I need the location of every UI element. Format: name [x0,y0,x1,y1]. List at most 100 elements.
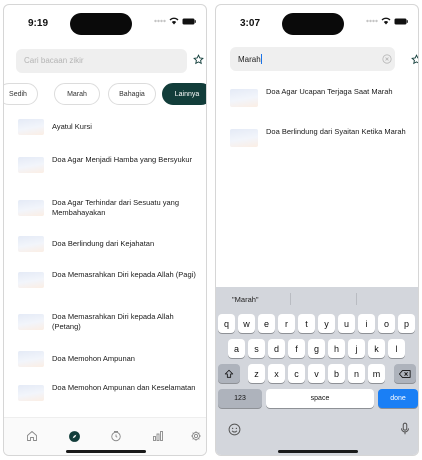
chip-sedih[interactable]: Sedih [4,83,38,105]
numbers-key[interactable]: 123 [218,389,262,408]
list-item[interactable]: Doa Berlindung dari Kejahatan [4,232,206,256]
phone-screen-browse: 9:19 Cari bacaan zikir Sedih Marah Bahag… [3,4,207,456]
item-title: Doa Agar Terhindar dari Sesuatu yang Mem… [52,198,180,217]
tab-bar [4,417,206,455]
status-icons [366,17,408,25]
item-title: Doa Memasrahkan Diri kepada Allah (Petan… [52,312,174,331]
key-k[interactable]: k [368,339,385,358]
tab-stats[interactable] [150,428,166,444]
item-thumbnail [18,385,44,401]
status-icons [154,17,196,25]
battery-icon [394,18,408,24]
item-thumbnail [18,314,44,330]
status-bar: 3:07 [216,5,418,43]
list-item[interactable]: Doa Memasrahkan Diri kepada Allah (Pagi) [4,264,206,294]
item-thumbnail [230,129,258,147]
item-title: Doa Berlindung dari Kejahatan [52,239,155,248]
key-w[interactable]: w [238,314,255,333]
signal-dots-icon [366,19,378,23]
space-key[interactable]: space [266,389,374,408]
done-key[interactable]: done [378,389,418,408]
item-title: Doa Berlindung dari Syaitan Ketika Marah [266,127,406,136]
key-s[interactable]: s [248,339,265,358]
tab-home[interactable] [24,428,40,444]
list-item[interactable]: Doa Memasrahkan Diri kepada Allah (Petan… [4,306,206,336]
item-thumbnail [18,236,44,252]
phone-screen-search: 3:07 Marah Doa Agar Ucapan Terjaga Saat … [215,4,419,456]
key-v[interactable]: v [308,364,325,383]
suggestion-divider [356,293,357,305]
search-input[interactable]: Cari bacaan zikir [16,49,187,73]
star-icon[interactable] [411,54,419,65]
chip-bahagia[interactable]: Bahagia [108,83,156,105]
key-a[interactable]: a [228,339,245,358]
item-title: Doa Memohon Ampunan dan Keselamatan [52,383,196,392]
status-time: 3:07 [240,18,261,29]
shift-key[interactable] [218,364,240,383]
item-title: Doa Agar Menjadi Hamba yang Bersyukur [52,155,193,164]
gear-icon [191,431,201,441]
chip-label: Marah [67,90,87,98]
key-y[interactable]: y [318,314,335,333]
clear-icon[interactable] [382,54,392,64]
list-item[interactable]: Doa Memohon Ampunan [4,347,206,371]
key-j[interactable]: j [348,339,365,358]
key-e[interactable]: e [258,314,275,333]
text-caret [260,54,262,64]
key-d[interactable]: d [268,339,285,358]
key-l[interactable]: l [388,339,405,358]
star-icon[interactable] [193,54,204,65]
dynamic-island [282,13,344,35]
key-h[interactable]: h [328,339,345,358]
key-u[interactable]: u [338,314,355,333]
list-item[interactable]: Doa Agar Terhindar dari Sesuatu yang Mem… [4,192,206,222]
dynamic-island [70,13,132,35]
key-n[interactable]: n [348,364,365,383]
key-o[interactable]: o [378,314,395,333]
clock-icon [111,431,121,442]
chip-marah[interactable]: Marah [54,83,100,105]
microphone-icon[interactable] [400,422,410,436]
backspace-key[interactable] [394,364,416,383]
list-item[interactable]: Doa Agar Ucapan Terjaga Saat Marah [216,81,418,113]
shift-icon [224,369,234,378]
item-thumbnail [18,200,44,216]
home-indicator [278,450,358,453]
item-thumbnail [230,89,258,107]
tab-explore[interactable] [66,428,82,444]
home-icon [27,431,37,441]
key-g[interactable]: g [308,339,325,358]
key-t[interactable]: t [298,314,315,333]
wifi-icon [381,17,391,25]
chip-label: Sedih [9,90,27,98]
key-b[interactable]: b [328,364,345,383]
emoji-icon[interactable] [228,423,241,436]
key-q[interactable]: q [218,314,235,333]
suggestion-bar: "Marah" [216,287,418,311]
list-item[interactable]: Doa Berlindung dari Syaitan Ketika Marah [216,121,418,153]
key-f[interactable]: f [288,339,305,358]
key-r[interactable]: r [278,314,295,333]
chip-lainnya[interactable]: Lainnya [162,83,206,105]
search-input[interactable]: Marah [230,47,395,71]
key-x[interactable]: x [268,364,285,383]
list-item[interactable]: Doa Agar Menjadi Hamba yang Bersyukur [4,149,206,179]
tab-history[interactable] [108,428,124,444]
key-p[interactable]: p [398,314,415,333]
status-time: 9:19 [28,18,49,29]
search-value: Marah [238,55,261,64]
suggestion-item[interactable]: "Marah" [232,295,259,304]
key-c[interactable]: c [288,364,305,383]
list-item[interactable]: Doa Memohon Ampunan dan Keselamatan [4,377,206,407]
key-z[interactable]: z [248,364,265,383]
compass-icon [68,430,80,442]
key-m[interactable]: m [368,364,385,383]
key-i[interactable]: i [358,314,375,333]
list-item[interactable]: Ayatul Kursi [4,115,206,139]
status-bar: 9:19 [4,5,206,43]
item-thumbnail [18,157,44,173]
item-thumbnail [18,119,44,135]
tab-settings[interactable] [188,428,204,444]
battery-icon [182,18,196,24]
item-title: Ayatul Kursi [52,122,92,131]
